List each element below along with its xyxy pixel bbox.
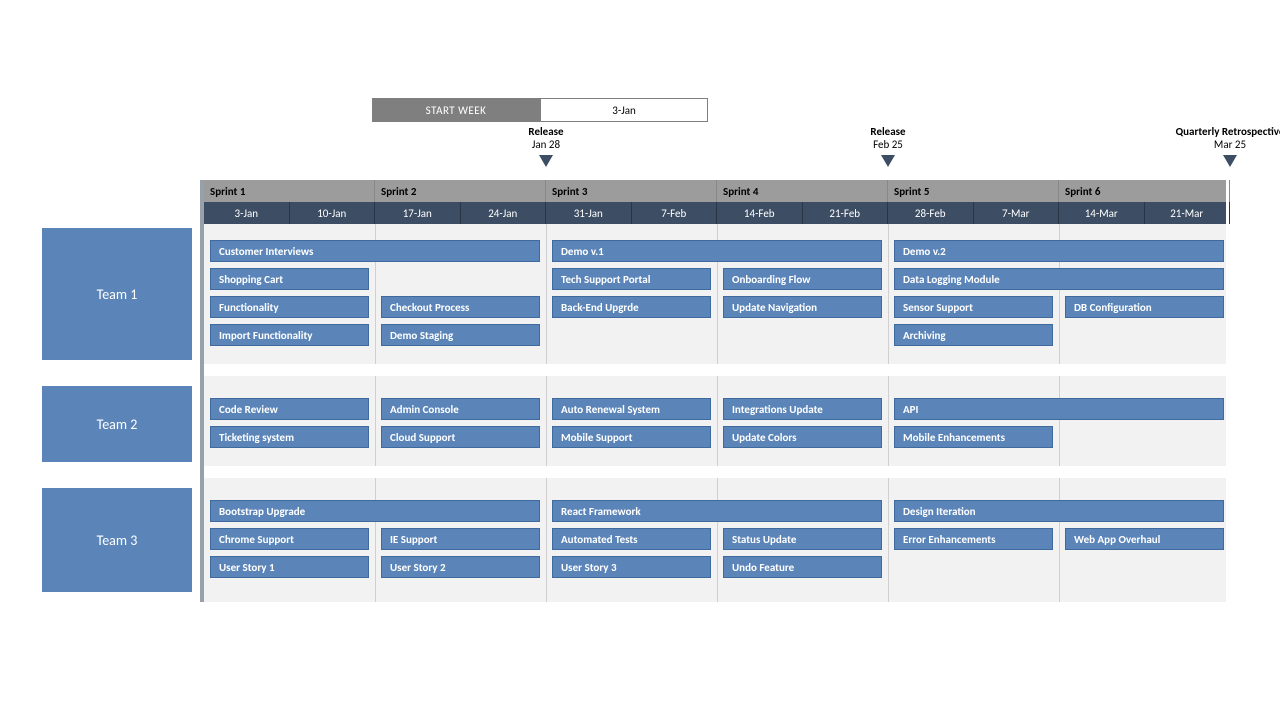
task-bar[interactable]: Web App Overhaul xyxy=(1065,528,1224,550)
task-bar[interactable]: Cloud Support xyxy=(381,426,540,448)
team-label: Team 3 xyxy=(42,488,192,592)
task-bar[interactable]: Checkout Process xyxy=(381,296,540,318)
week-header-cell: 7-Mar xyxy=(974,202,1060,224)
sprint-header-row: Sprint 1Sprint 2Sprint 3Sprint 4Sprint 5… xyxy=(204,180,1226,202)
week-header-cell: 3-Jan xyxy=(204,202,290,224)
milestone-marker: ReleaseJan 28 xyxy=(456,125,636,167)
task-bar[interactable]: IE Support xyxy=(381,528,540,550)
week-header-row: 3-Jan10-Jan17-Jan24-Jan31-Jan7-Feb14-Feb… xyxy=(204,202,1226,224)
task-bar[interactable]: Automated Tests xyxy=(552,528,711,550)
milestone-marker: ReleaseFeb 25 xyxy=(798,125,978,167)
sprint-header-cell: Sprint 4 xyxy=(717,180,888,202)
task-bar[interactable]: Tech Support Portal xyxy=(552,268,711,290)
task-bar[interactable]: Ticketing system xyxy=(210,426,369,448)
start-week-value[interactable]: 3-Jan xyxy=(540,98,708,122)
milestone-triangle-icon xyxy=(881,155,895,167)
task-bar[interactable]: User Story 1 xyxy=(210,556,369,578)
milestone-date: Feb 25 xyxy=(798,138,978,151)
task-bar[interactable]: User Story 2 xyxy=(381,556,540,578)
task-bar[interactable]: API xyxy=(894,398,1224,420)
milestone-triangle-icon xyxy=(539,155,553,167)
team-label: Team 2 xyxy=(42,386,192,462)
team-label: Team 1 xyxy=(42,228,192,360)
start-week-control: START WEEK 3-Jan xyxy=(372,98,708,122)
week-header-cell: 14-Feb xyxy=(717,202,803,224)
week-header-cell: 21-Mar xyxy=(1145,202,1231,224)
task-bar[interactable]: Undo Feature xyxy=(723,556,882,578)
sprint-header-cell: Sprint 2 xyxy=(375,180,546,202)
milestone-date: Mar 25 xyxy=(1140,138,1280,151)
sprint-header-cell: Sprint 6 xyxy=(1059,180,1230,202)
lane-separator xyxy=(204,466,1226,478)
task-bar[interactable]: Import Functionality xyxy=(210,324,369,346)
task-bar[interactable]: Update Colors xyxy=(723,426,882,448)
task-bar[interactable]: Mobile Enhancements xyxy=(894,426,1053,448)
task-bar[interactable]: Integrations Update xyxy=(723,398,882,420)
roadmap-root: START WEEK 3-Jan Sprint 1Sprint 2Sprint … xyxy=(0,0,1280,720)
milestone-title: Release xyxy=(798,125,978,138)
week-header-cell: 17-Jan xyxy=(375,202,461,224)
week-header-cell: 28-Feb xyxy=(888,202,974,224)
task-bar[interactable]: Status Update xyxy=(723,528,882,550)
week-header-cell: 7-Feb xyxy=(632,202,718,224)
task-bar[interactable]: Functionality xyxy=(210,296,369,318)
team-lane: Code Review Admin Console Auto Renewal Sys… xyxy=(204,382,1226,466)
roadmap-chart: Sprint 1Sprint 2Sprint 3Sprint 4Sprint 5… xyxy=(200,180,1226,602)
week-header-cell: 21-Feb xyxy=(803,202,889,224)
task-bar[interactable]: Admin Console xyxy=(381,398,540,420)
task-bar[interactable]: Update Navigation xyxy=(723,296,882,318)
task-bar[interactable]: Demo v.1 xyxy=(552,240,882,262)
milestone-date: Jan 28 xyxy=(456,138,636,151)
task-bar[interactable]: DB Configuration xyxy=(1065,296,1224,318)
task-bar[interactable]: Data Logging Module xyxy=(894,268,1224,290)
task-bar[interactable]: Archiving xyxy=(894,324,1053,346)
milestone-triangle-icon xyxy=(1223,155,1237,167)
start-week-label: START WEEK xyxy=(372,98,540,122)
lane-separator xyxy=(204,364,1226,376)
week-header-cell: 14-Mar xyxy=(1059,202,1145,224)
milestone-title: Release xyxy=(456,125,636,138)
task-bar[interactable]: Demo v.2 xyxy=(894,240,1224,262)
team-lane: Bootstrap Upgrade React Framework Design I… xyxy=(204,484,1226,596)
task-bar[interactable]: User Story 3 xyxy=(552,556,711,578)
task-bar[interactable]: Shopping Cart xyxy=(210,268,369,290)
sprint-header-cell: Sprint 5 xyxy=(888,180,1059,202)
sprint-header-cell: Sprint 3 xyxy=(546,180,717,202)
task-bar[interactable]: Sensor Support xyxy=(894,296,1053,318)
task-bar[interactable]: Error Enhancements xyxy=(894,528,1053,550)
task-bar[interactable]: Auto Renewal System xyxy=(552,398,711,420)
task-bar[interactable]: Code Review xyxy=(210,398,369,420)
task-bar[interactable]: Onboarding Flow xyxy=(723,268,882,290)
task-bar[interactable]: Mobile Support xyxy=(552,426,711,448)
week-header-cell: 24-Jan xyxy=(461,202,547,224)
task-bar[interactable]: Design Iteration xyxy=(894,500,1224,522)
milestone-marker: Quarterly RetrospectiveMar 25 xyxy=(1140,125,1280,167)
task-bar[interactable]: Bootstrap Upgrade xyxy=(210,500,540,522)
milestone-title: Quarterly Retrospective xyxy=(1140,125,1280,138)
task-bar[interactable]: Customer Interviews xyxy=(210,240,540,262)
task-bar[interactable]: React Framework xyxy=(552,500,882,522)
task-bar[interactable]: Demo Staging xyxy=(381,324,540,346)
week-header-cell: 10-Jan xyxy=(290,202,376,224)
task-bar[interactable]: Chrome Support xyxy=(210,528,369,550)
team-lane: Customer Interviews Demo v.1 Demo v.2 Shopp… xyxy=(204,224,1226,364)
sprint-header-cell: Sprint 1 xyxy=(204,180,375,202)
week-header-cell: 31-Jan xyxy=(546,202,632,224)
task-bar[interactable]: Back-End Upgrde xyxy=(552,296,711,318)
